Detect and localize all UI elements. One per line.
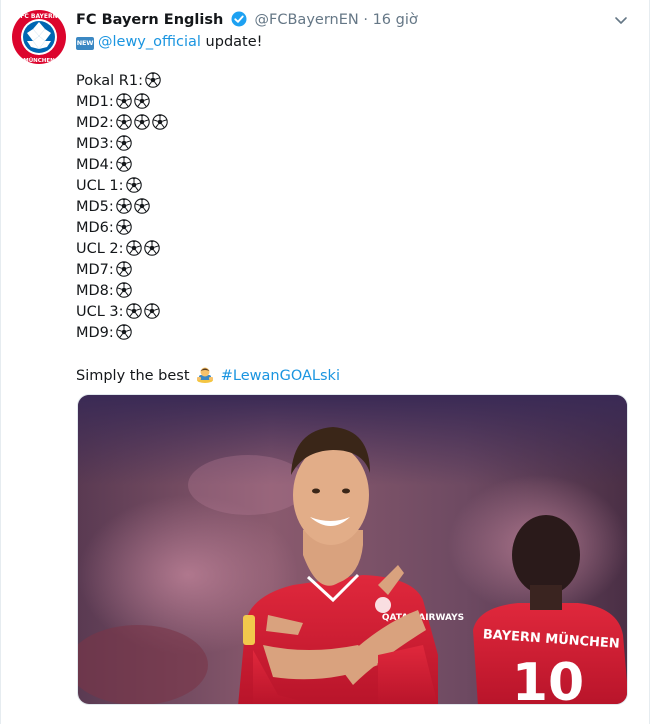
goal-row: MD6:	[76, 218, 636, 239]
tweet-header: FC Bayern English @FCBayernEN · 16 giờ	[76, 10, 418, 30]
goal-row-label: MD6:	[76, 220, 114, 236]
hashtag-link[interactable]: #LewanGOALski	[221, 368, 340, 384]
goal-row: MD5:	[76, 197, 636, 218]
new-badge-icon: NEW	[76, 37, 94, 50]
closing-text: Simply the best	[76, 368, 190, 384]
goal-row: MD3:	[76, 134, 636, 155]
goal-row: UCL 3:	[76, 302, 636, 323]
goal-row: UCL 2:	[76, 239, 636, 260]
goal-list: Pokal R1: MD1: MD2: MD3: MD4: UCL 1: MD5: MD6: U…	[76, 71, 636, 344]
intro-line: NEW @lewy_official update!	[76, 32, 636, 53]
goal-row: MD7:	[76, 260, 636, 281]
goal-row: UCL 1:	[76, 176, 636, 197]
tweet-card[interactable]: FC BAYERN MÜNCHEN FC Bayern English @FCB…	[0, 0, 650, 724]
goal-row-label: UCL 3:	[76, 304, 124, 320]
bayern-logo-icon: FC BAYERN MÜNCHEN	[12, 10, 66, 64]
goal-row-label: MD7:	[76, 262, 114, 278]
soccer-ball-icon	[152, 114, 168, 137]
soccer-ball-icon	[134, 114, 150, 137]
goal-row-label: MD1:	[76, 94, 114, 110]
goal-row-label: MD9:	[76, 325, 114, 341]
goal-row-label: Pokal R1:	[76, 73, 143, 89]
verified-badge-icon	[231, 11, 247, 33]
separator-dot: ·	[363, 12, 373, 28]
avatar[interactable]: FC BAYERN MÜNCHEN	[11, 9, 67, 65]
tweet-text: NEW @lewy_official update! Pokal R1: MD1: M…	[76, 32, 636, 387]
goal-row-label: MD4:	[76, 157, 114, 173]
svg-text:10: 10	[512, 653, 584, 705]
goal-row-label: MD3:	[76, 136, 114, 152]
goal-row-label: MD5:	[76, 199, 114, 215]
goal-row-label: MD2:	[76, 115, 114, 131]
goal-row: MD4:	[76, 155, 636, 176]
closing-line: Simply the best #LewanGOALski	[76, 366, 636, 387]
mention-link[interactable]: @lewy_official	[98, 34, 201, 50]
goal-row: MD8:	[76, 281, 636, 302]
soccer-ball-icon	[116, 324, 132, 347]
soccer-ball-icon	[134, 198, 150, 221]
tweet-timestamp[interactable]: 16 giờ	[373, 12, 418, 28]
goal-row: MD9:	[76, 323, 636, 344]
goal-row: Pokal R1:	[76, 71, 636, 92]
intro-text: update!	[200, 34, 263, 50]
author-name[interactable]: FC Bayern English	[76, 12, 223, 28]
soccer-ball-icon	[143, 240, 160, 263]
goal-row: MD1:	[76, 92, 636, 113]
goal-row-label: MD8:	[76, 283, 114, 299]
goal-row-label: UCL 2:	[76, 241, 124, 257]
svg-text:FC BAYERN: FC BAYERN	[20, 13, 57, 20]
tweet-photo[interactable]: BAYERN MÜNCHEN 10 QATAR AIRWAYS	[77, 394, 628, 705]
soccer-ball-icon	[143, 303, 160, 326]
person-bowing-emoji-icon	[196, 366, 214, 390]
svg-text:MÜNCHEN: MÜNCHEN	[23, 57, 55, 64]
author-handle[interactable]: @FCBayernEN	[255, 12, 359, 28]
goal-row-label: UCL 1:	[76, 178, 124, 194]
chevron-down-icon[interactable]	[613, 12, 629, 28]
goal-row: MD2:	[76, 113, 636, 134]
celebration-photo: BAYERN MÜNCHEN 10 QATAR AIRWAYS	[78, 395, 627, 705]
